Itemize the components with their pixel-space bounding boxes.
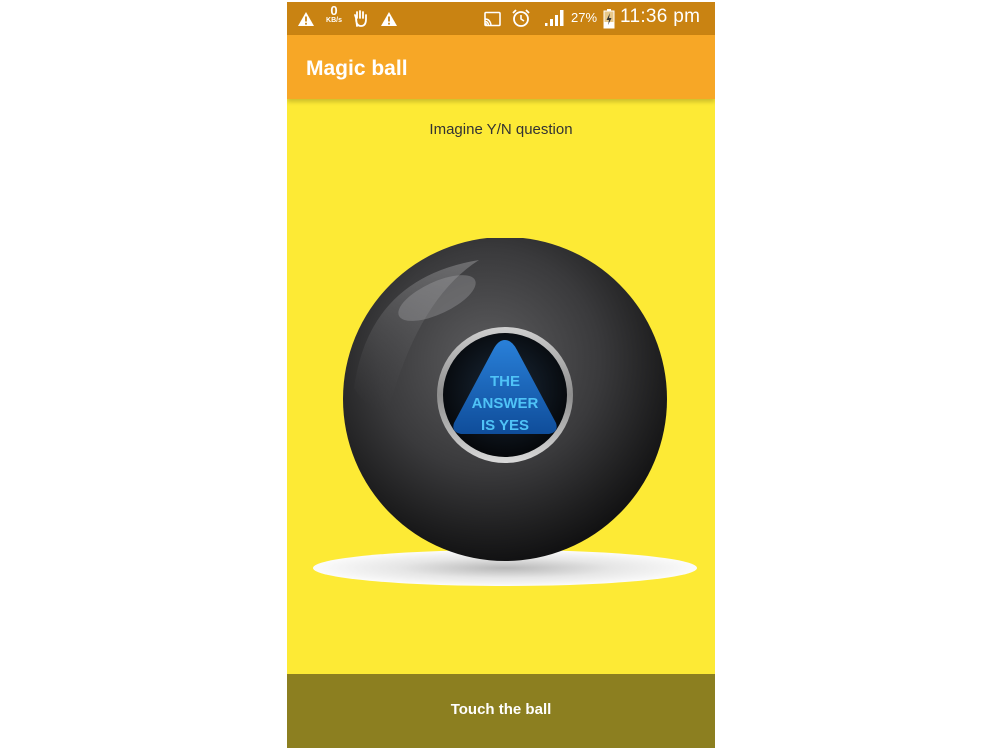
- hand-icon: [354, 10, 367, 27]
- signal-icon: [545, 10, 564, 26]
- warning-icon: [298, 12, 314, 26]
- magic-ball[interactable]: THE ANSWER IS YES: [309, 237, 699, 588]
- answer-text-line2: ANSWER: [472, 395, 539, 412]
- battery-icon: [603, 9, 615, 29]
- network-speed-unit: KB/s: [326, 17, 342, 24]
- app-title: Magic ball: [306, 57, 408, 80]
- touch-the-ball-button[interactable]: Touch the ball: [287, 674, 715, 748]
- question-prompt: Imagine Y/N question: [429, 121, 573, 138]
- status-time: 11:36 pm: [620, 6, 701, 27]
- alarm-icon: [512, 9, 530, 27]
- touch-the-ball-label: Touch the ball: [450, 701, 552, 718]
- app-bar: Magic ball: [287, 35, 715, 99]
- warning-icon: [381, 12, 397, 26]
- status-bar: 0 KB/s 27% 11:36 pm: [287, 2, 715, 35]
- phone-screen: 0 KB/s 27% 11:36 pm Magic ball Imagine Y…: [287, 2, 715, 748]
- answer-text-line3: IS YES: [481, 417, 529, 434]
- network-speed-value: 0: [330, 3, 338, 18]
- answer-text-line1: THE: [490, 373, 520, 390]
- battery-percent: 27%: [571, 10, 598, 25]
- cast-icon: [484, 11, 501, 27]
- network-speed: 0 KB/s: [322, 4, 346, 25]
